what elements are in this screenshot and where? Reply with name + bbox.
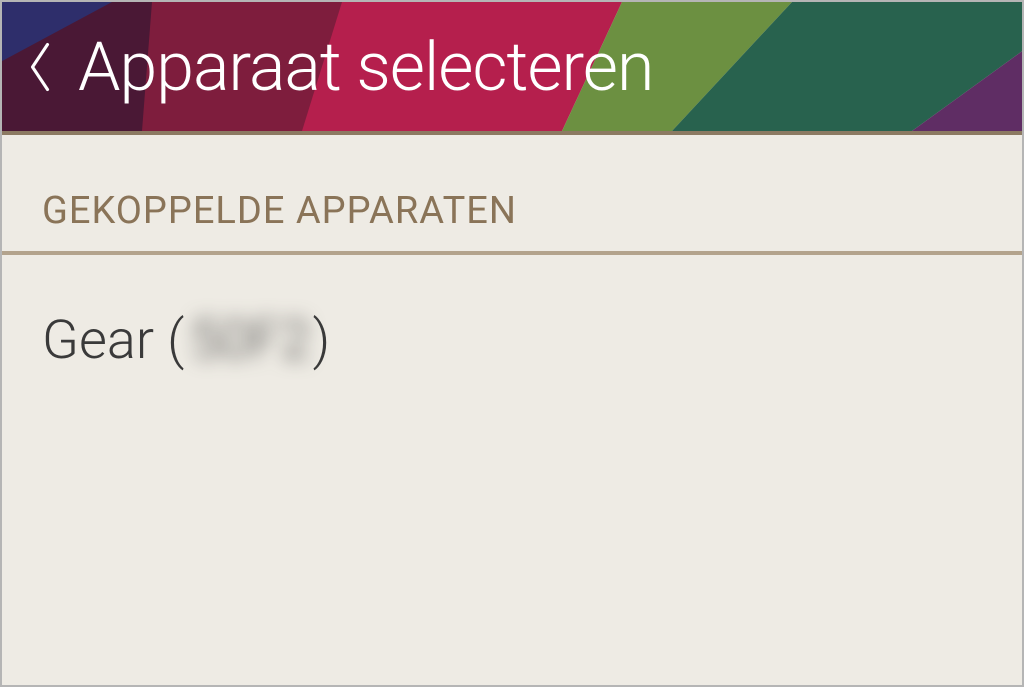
section-title: GEKOPPELDE APPARATEN <box>42 189 982 233</box>
device-item[interactable]: Gear ( 50F2 ) <box>2 255 1022 400</box>
section-header: GEKOPPELDE APPARATEN <box>2 135 1022 255</box>
device-id-obscured: 50F2 <box>190 309 310 372</box>
back-icon[interactable] <box>20 37 60 97</box>
device-list: Gear ( 50F2 ) <box>2 255 1022 400</box>
device-name-prefix: Gear ( <box>42 309 184 372</box>
app-header: Apparaat selecteren <box>2 2 1022 135</box>
page-title: Apparaat selecteren <box>78 27 653 107</box>
device-name-suffix: ) <box>313 309 331 372</box>
